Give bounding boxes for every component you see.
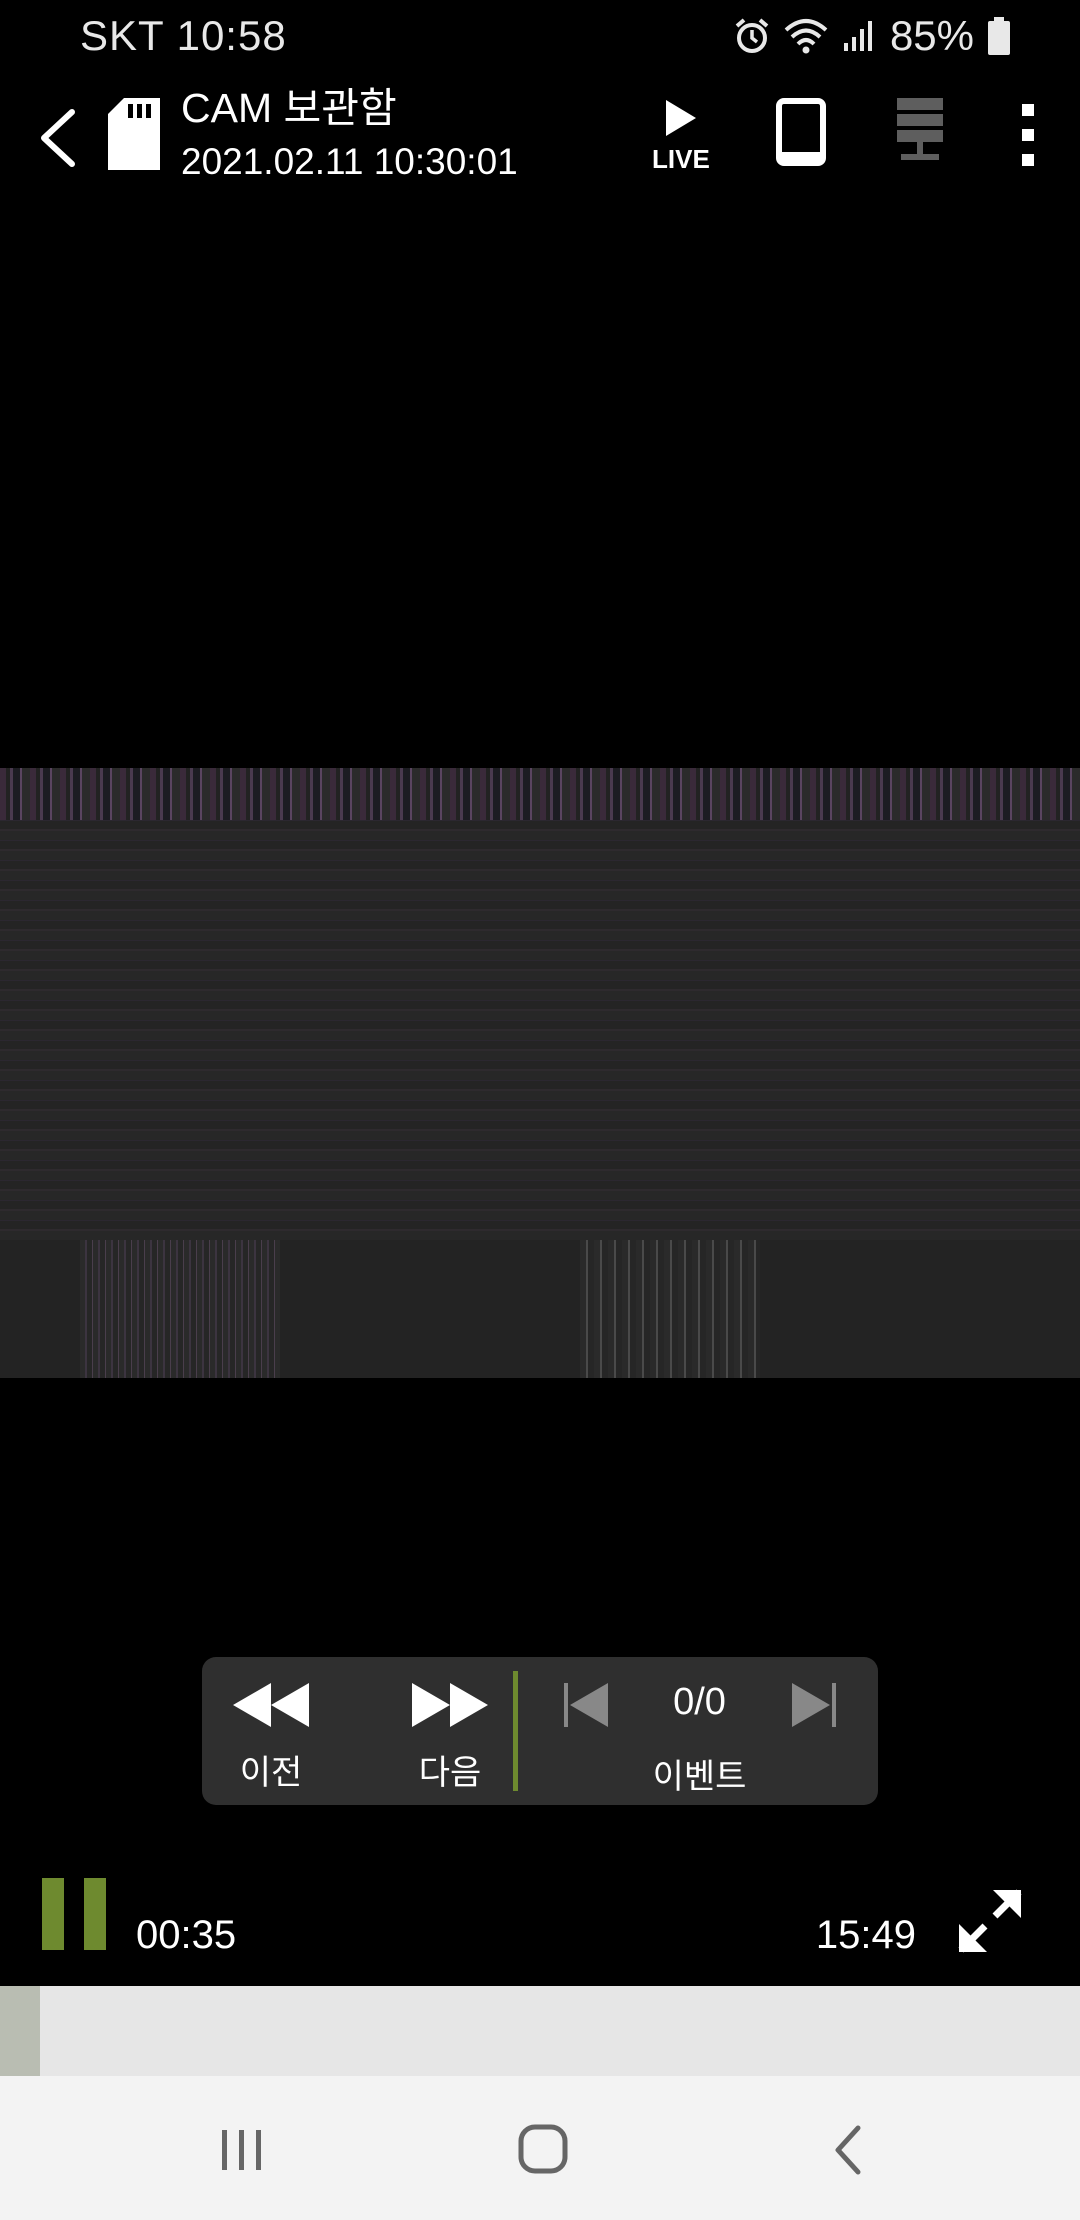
alarm-icon (735, 18, 769, 53)
expand-icon (958, 1889, 1022, 1953)
battery-percent: 85% (889, 12, 974, 59)
current-time: 00:35 (136, 1913, 237, 1957)
system-back-button[interactable] (828, 2122, 868, 2178)
skip-previous-icon (564, 1683, 608, 1727)
live-label: LIVE (652, 144, 710, 174)
recording-timestamp: 2021.02.11 10:30:01 (181, 141, 518, 182)
title-block: CAM 보관함 2021.02.11 10:30:01 (181, 82, 518, 188)
more-options-button[interactable] (1010, 102, 1046, 168)
skip-next-icon (792, 1683, 836, 1727)
seek-bar-progress (0, 1986, 40, 2076)
wifi-icon (784, 19, 828, 54)
system-nav-bar (0, 2076, 1080, 2220)
recents-icon (222, 2130, 261, 2170)
rewind-icon (233, 1683, 309, 1727)
server-icon (897, 98, 943, 160)
battery-icon (988, 17, 1010, 55)
page-title: CAM 보관함 (181, 85, 397, 131)
first-event-button[interactable] (562, 1679, 612, 1731)
status-icons: 85% (734, 12, 1010, 60)
fullscreen-button[interactable] (955, 1886, 1025, 1956)
back-arrow-icon (41, 109, 75, 167)
more-vert-icon (1022, 104, 1034, 166)
live-button[interactable]: LIVE (648, 94, 714, 180)
video-noise (580, 1240, 760, 1378)
previous-button[interactable]: 이전 (216, 1657, 326, 1805)
video-frame[interactable] (0, 768, 1080, 1378)
home-button[interactable] (518, 2124, 568, 2174)
event-counter: 0/0 (673, 1681, 726, 1723)
sd-card-icon (106, 96, 162, 172)
server-storage-button[interactable] (895, 96, 945, 166)
back-button[interactable] (28, 98, 92, 178)
video-noise (0, 768, 1080, 820)
previous-label: 이전 (239, 1754, 303, 1792)
video-noise (0, 820, 1080, 1240)
fast-forward-icon (412, 1683, 488, 1727)
signal-icon (843, 21, 872, 51)
pause-button[interactable] (40, 1876, 110, 1952)
next-label: 다음 (418, 1754, 482, 1792)
carrier-time: SKT 10:58 (80, 12, 287, 59)
video-noise (80, 1240, 280, 1378)
nav-back-icon (835, 2125, 861, 2175)
last-event-button[interactable] (788, 1679, 838, 1731)
phone-storage-button[interactable] (776, 98, 826, 168)
status-bar: SKT 10:58 85% (0, 0, 1080, 76)
home-icon (518, 2124, 568, 2174)
play-live-icon (666, 100, 696, 136)
app-bar: CAM 보관함 2021.02.11 10:30:01 LIVE (0, 76, 1080, 200)
playback-control-panel: 이전 다음 0/0 이벤트 (202, 1657, 878, 1805)
seek-bar[interactable] (0, 1986, 1080, 2076)
next-button[interactable]: 다음 (395, 1657, 505, 1805)
recents-button[interactable] (218, 2126, 266, 2174)
pause-icon (42, 1878, 106, 1950)
event-label: 이벤트 (652, 1758, 747, 1796)
total-time: 15:49 (815, 1913, 916, 1957)
phone-icon (776, 98, 826, 166)
control-divider (513, 1671, 518, 1791)
